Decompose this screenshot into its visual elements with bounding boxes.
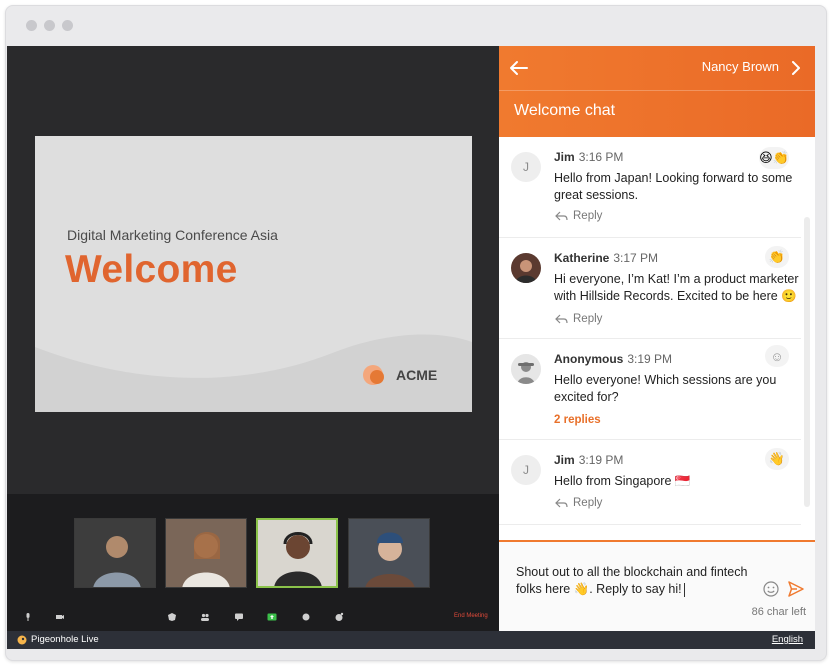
message-author: Jim <box>554 453 575 467</box>
video-pane: Digital Marketing Conference Asia Welcom… <box>7 46 499 631</box>
participant-thumbnail-4[interactable] <box>348 518 430 588</box>
replies-link[interactable]: 2 replies <box>554 414 601 426</box>
person-photo-icon <box>349 519 429 587</box>
language-selector[interactable]: English <box>772 634 803 645</box>
message-input[interactable]: Shout out to all the blockchain and fint… <box>516 564 761 598</box>
message-author: Katherine <box>554 251 610 265</box>
avatar: J <box>511 455 541 485</box>
person-photo-icon <box>75 519 155 587</box>
message-text: Hello from Singapore 🇸🇬 <box>554 474 691 488</box>
window-maximize-dot[interactable] <box>62 20 73 31</box>
brand: Pigeonhole Live <box>17 634 99 645</box>
message-meta: Jim 3:19 PM <box>554 453 623 467</box>
message-time: 3:17 PM <box>613 251 659 265</box>
record-icon[interactable] <box>301 612 311 622</box>
reply-button[interactable]: Reply <box>555 210 602 222</box>
microphone-icon[interactable] <box>23 612 33 622</box>
message-text: Hello everyone! Which sessions are you e… <box>554 373 777 404</box>
reaction-badge[interactable]: 😆👏 <box>759 147 789 169</box>
message-meta: Katherine 3:17 PM <box>554 251 658 265</box>
message-text: Hi everyone, I’m Kat! I’m a product mark… <box>554 272 799 303</box>
reply-arrow-icon <box>555 314 568 324</box>
chat-icon[interactable] <box>234 612 244 622</box>
chat-title: Welcome chat <box>514 102 616 119</box>
message-list: J Jim 3:16 PM 😆👏 Hello from Japan! Lookin… <box>499 137 815 540</box>
user-photo-icon <box>511 253 541 283</box>
chat-panel: Nancy Brown Welcome chat J Jim 3:16 PM 😆👏… <box>499 46 815 631</box>
avatar <box>511 253 541 283</box>
message-meta: Jim 3:16 PM <box>554 150 623 164</box>
title-bar <box>6 6 826 48</box>
reply-button[interactable]: Reply <box>555 313 602 325</box>
message-meta: Anonymous 3:19 PM <box>554 352 672 366</box>
message-author: Jim <box>554 150 575 164</box>
emoji-picker-icon[interactable] <box>763 581 779 597</box>
end-meeting-button[interactable]: End Meeting <box>454 613 488 619</box>
footer-bar: Pigeonhole Live English <box>7 631 815 649</box>
message-item: J Jim 3:19 PM 👋 Hello from Singapore 🇸🇬 R… <box>499 440 801 525</box>
security-icon[interactable] <box>167 612 177 622</box>
reply-label: Reply <box>573 497 603 509</box>
reply-arrow-icon <box>555 498 568 508</box>
chat-header: Nancy Brown Welcome chat <box>499 46 815 137</box>
avatar <box>511 354 541 384</box>
char-counter: 86 char left <box>751 606 806 618</box>
message-text: Hello from Japan! Looking forward to som… <box>554 171 793 202</box>
message-time: 3:16 PM <box>578 150 624 164</box>
reaction-badge[interactable]: 👋 <box>765 448 789 470</box>
reply-label: Reply <box>573 210 603 222</box>
text-caret <box>683 582 685 597</box>
person-photo-icon <box>258 520 336 586</box>
message-composer[interactable]: Shout out to all the blockchain and fint… <box>499 540 815 631</box>
window-minimize-dot[interactable] <box>44 20 55 31</box>
reaction-badge[interactable]: 👏 <box>765 246 789 268</box>
meeting-controls: End Meeting <box>7 604 499 631</box>
slide-subtitle: Digital Marketing Conference Asia <box>67 227 278 243</box>
message-time: 3:19 PM <box>627 352 673 366</box>
header-divider <box>499 90 815 91</box>
camera-icon[interactable] <box>55 612 65 622</box>
send-icon[interactable] <box>787 580 805 598</box>
brand-name: Pigeonhole Live <box>31 634 99 645</box>
pigeonhole-logo-icon <box>17 635 27 644</box>
reply-arrow-icon <box>555 211 568 221</box>
message-input-text: Shout out to all the blockchain and fint… <box>516 565 748 596</box>
acme-logo: ACME <box>362 362 437 388</box>
message-item: J Jim 3:16 PM 😆👏 Hello from Japan! Lookin… <box>499 137 801 238</box>
person-photo-icon <box>166 519 246 587</box>
add-reaction-button[interactable]: ☺ <box>765 345 789 367</box>
participants-icon[interactable] <box>200 612 210 622</box>
participant-thumbnail-2[interactable] <box>165 518 247 588</box>
reactions-icon[interactable] <box>334 612 344 622</box>
message-time: 3:19 PM <box>578 453 624 467</box>
presentation-slide: Digital Marketing Conference Asia Welcom… <box>35 136 472 412</box>
participant-thumbnail-3-active[interactable] <box>256 518 338 588</box>
message-item: Katherine 3:17 PM 👏 Hi everyone, I’m Kat!… <box>499 238 801 339</box>
message-author: Anonymous <box>554 352 624 366</box>
share-screen-icon[interactable] <box>267 612 277 622</box>
window-close-dot[interactable] <box>26 20 37 31</box>
message-item: Anonymous 3:19 PM ☺ Hello everyone! Which… <box>499 339 801 440</box>
back-arrow-icon[interactable] <box>509 60 529 76</box>
participant-strip <box>7 494 499 604</box>
acme-logo-icon <box>363 365 384 385</box>
reply-label: Reply <box>573 313 603 325</box>
reply-button[interactable]: Reply <box>555 497 602 509</box>
chevron-right-icon[interactable] <box>791 61 801 75</box>
avatar: J <box>511 152 541 182</box>
user-name[interactable]: Nancy Brown <box>702 59 779 74</box>
participant-thumbnail-1[interactable] <box>74 518 156 588</box>
slide-title: Welcome <box>65 248 238 291</box>
scrollbar[interactable] <box>804 217 810 507</box>
anonymous-avatar-icon <box>511 354 541 384</box>
acme-logo-text: ACME <box>396 367 438 383</box>
